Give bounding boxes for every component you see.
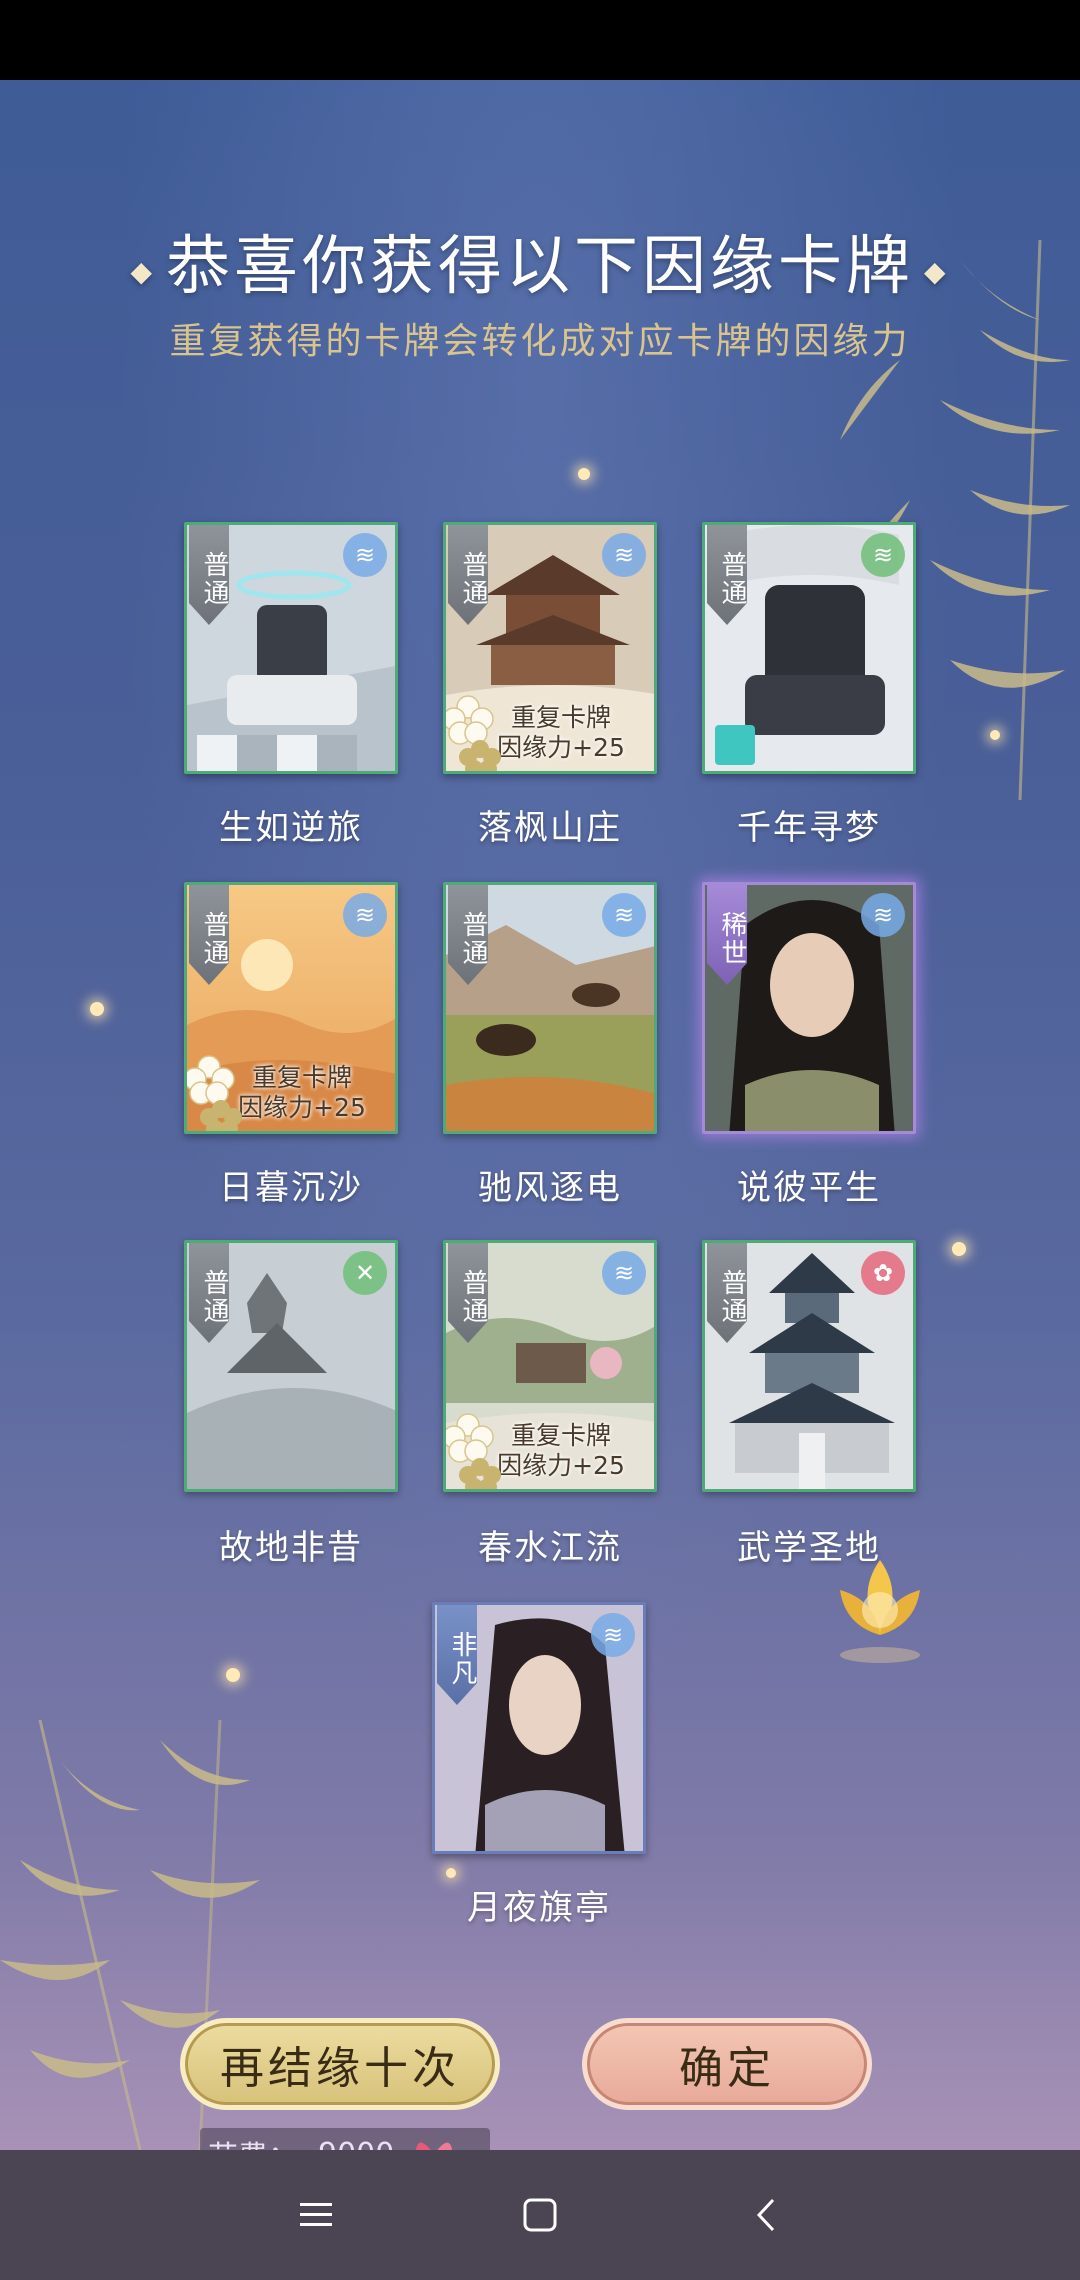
fan-icon: ≋ <box>343 533 387 577</box>
status-bar <box>0 0 1080 80</box>
card-wuxueshengdi[interactable]: 普通 ✿ <box>702 1240 916 1492</box>
fan-icon: ≋ <box>602 1251 646 1295</box>
diamond-right-icon: ◆ <box>924 255 950 288</box>
light-dot <box>90 1002 104 1016</box>
fan-icon: ≋ <box>602 893 646 937</box>
card-name: 日暮沉沙 <box>219 1168 363 1208</box>
card-shengruniilv[interactable]: 普通 ≋ <box>184 522 398 774</box>
light-dot <box>226 1668 240 1682</box>
diamond-left-icon: ◆ <box>130 255 156 288</box>
flower-icon: ✿ <box>861 1251 905 1295</box>
confirm-button[interactable]: 确定 <box>582 2018 872 2110</box>
card-gudifeixi[interactable]: 普通 ✕ <box>184 1240 398 1492</box>
duplicate-note: 重复卡牌 因缘力+25 <box>238 1063 366 1122</box>
card-name: 驰风逐电 <box>478 1168 622 1208</box>
card-name: 千年寻梦 <box>737 808 881 848</box>
light-dot <box>446 1868 456 1878</box>
fan-icon: ≋ <box>602 533 646 577</box>
sakura-icon <box>187 1055 242 1131</box>
card-name: 武学圣地 <box>737 1528 881 1568</box>
card-shuobipingsheng[interactable]: 稀世 ≋ <box>702 882 916 1134</box>
sakura-icon <box>446 695 501 771</box>
card-name: 生如逆旅 <box>219 808 363 848</box>
card-name: 春水江流 <box>478 1528 622 1568</box>
fan-icon: ≋ <box>861 533 905 577</box>
sakura-icon <box>446 1413 501 1489</box>
sword-icon: ✕ <box>343 1251 387 1295</box>
draw-ten-again-button[interactable]: 再结缘十次 <box>180 2018 500 2110</box>
card-name: 月夜旗亭 <box>467 1888 611 1928</box>
page-title: ◆ 恭喜你获得以下因缘卡牌 ◆ <box>130 230 950 304</box>
menu-icon <box>300 2203 332 2226</box>
card-rimuchensha[interactable]: 普通 ≋ 重复卡牌 因缘力+25 <box>184 882 398 1134</box>
back-nav-button[interactable] <box>736 2185 796 2245</box>
duplicate-note: 重复卡牌 因缘力+25 <box>497 703 625 762</box>
card-chifengzhudian[interactable]: 普通 ≋ <box>443 882 657 1134</box>
page-subtitle: 重复获得的卡牌会转化成对应卡牌的因缘力 <box>169 321 911 362</box>
card-name: 故地非昔 <box>219 1528 363 1568</box>
card-yueyeqiting[interactable]: 非凡 ≋ <box>432 1602 646 1854</box>
duplicate-note: 重复卡牌 因缘力+25 <box>497 1421 625 1480</box>
light-dot <box>578 468 590 480</box>
system-navigation-bar <box>0 2150 1080 2280</box>
fan-icon: ≋ <box>343 893 387 937</box>
card-name: 落枫山庄 <box>478 808 622 848</box>
menu-nav-button[interactable] <box>286 2185 346 2245</box>
card-name: 说彼平生 <box>737 1168 881 1208</box>
card-luofengshanzhuang[interactable]: 普通 ≋ 重复卡牌 因缘力+25 <box>443 522 657 774</box>
home-nav-button[interactable] <box>510 2185 570 2245</box>
back-chevron-icon <box>756 2198 775 2232</box>
light-dot <box>952 1242 966 1256</box>
fan-icon: ≋ <box>591 1613 635 1657</box>
card-chunshuijiangliu[interactable]: 普通 ≋ 重复卡牌 因缘力+25 <box>443 1240 657 1492</box>
fan-icon: ≋ <box>861 893 905 937</box>
home-square-icon <box>523 2198 557 2232</box>
card-qiannianxunmeng[interactable]: 普通 ≋ <box>702 522 916 774</box>
